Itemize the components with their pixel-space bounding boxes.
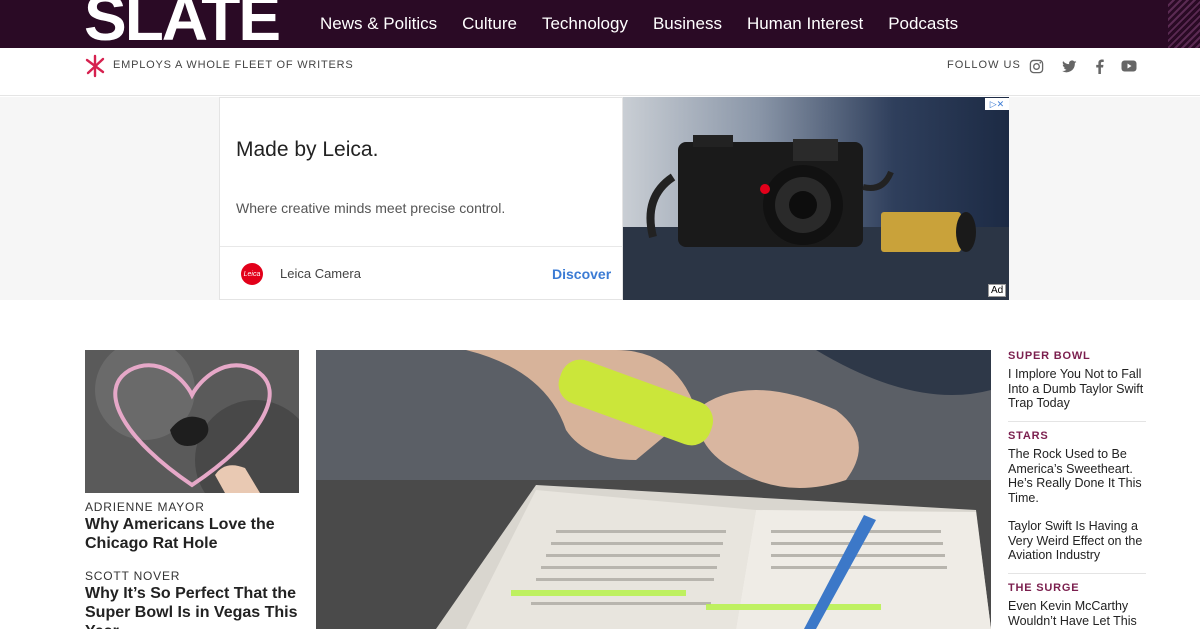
rail-headline[interactable]: I Implore You Not to Fall Into a Dumb Ta… bbox=[1008, 367, 1148, 411]
hero-story-image[interactable] bbox=[316, 350, 991, 629]
rail-kicker-stars[interactable]: STARS bbox=[1008, 430, 1048, 442]
slate-logo[interactable]: SLATE bbox=[84, 0, 281, 48]
ad-description: Where creative minds meet precise contro… bbox=[236, 200, 506, 216]
nav-culture[interactable]: Culture bbox=[462, 14, 517, 34]
discover-button[interactable]: Discover bbox=[552, 266, 611, 282]
nav-human-interest[interactable]: Human Interest bbox=[747, 14, 863, 34]
story-headline[interactable]: Why Americans Love the Chicago Rat Hole bbox=[85, 515, 299, 553]
ad-badge: Ad bbox=[988, 284, 1007, 297]
leica-logo-icon: Leica bbox=[241, 263, 263, 285]
story-author[interactable]: ADRIENNE MAYOR bbox=[85, 500, 205, 514]
sub-header bbox=[0, 48, 1200, 96]
nav-business[interactable]: Business bbox=[653, 14, 722, 34]
rail-headline[interactable]: Taylor Swift Is Having a Very Weird Effe… bbox=[1008, 519, 1148, 563]
twitter-icon[interactable] bbox=[1061, 58, 1077, 74]
facebook-icon[interactable] bbox=[1091, 58, 1107, 74]
nav-news-politics[interactable]: News & Politics bbox=[320, 14, 437, 34]
follow-us-label: FOLLOW US bbox=[947, 59, 1021, 71]
tagline: EMPLOYS A WHOLE FLEET OF WRITERS bbox=[113, 59, 354, 71]
rail-headline[interactable]: Even Kevin McCarthy Wouldn’t Have Let Th… bbox=[1008, 599, 1148, 628]
rail-divider bbox=[1008, 421, 1146, 422]
ad-brand: Leica Camera bbox=[280, 266, 361, 281]
rail-kicker-super-bowl[interactable]: SUPER BOWL bbox=[1008, 350, 1091, 362]
rail-kicker-the-surge[interactable]: THE SURGE bbox=[1008, 582, 1079, 594]
story-thumbnail-rat-hole[interactable] bbox=[85, 350, 299, 493]
rail-divider bbox=[1008, 573, 1146, 574]
top-nav-bar: SLATE News & Politics Culture Technology… bbox=[0, 0, 1200, 48]
story-headline[interactable]: Why It’s So Perfect That the Super Bowl … bbox=[85, 584, 299, 629]
primary-nav: News & Politics Culture Technology Busin… bbox=[320, 0, 958, 48]
ad-choices-icon[interactable]: ▷✕ bbox=[985, 98, 1009, 110]
hatch-decoration bbox=[1168, 0, 1200, 48]
youtube-icon[interactable] bbox=[1121, 58, 1137, 74]
story-author[interactable]: SCOTT NOVER bbox=[85, 569, 180, 583]
ad-title[interactable]: Made by Leica. bbox=[236, 138, 378, 162]
asterisk-logo-icon bbox=[85, 54, 105, 78]
nav-technology[interactable]: Technology bbox=[542, 14, 628, 34]
nav-podcasts[interactable]: Podcasts bbox=[888, 14, 958, 34]
rail-headline[interactable]: The Rock Used to Be America’s Sweetheart… bbox=[1008, 447, 1148, 505]
ad-divider bbox=[220, 246, 622, 247]
instagram-icon[interactable] bbox=[1028, 58, 1044, 74]
ad-camera-image[interactable] bbox=[623, 97, 1009, 300]
